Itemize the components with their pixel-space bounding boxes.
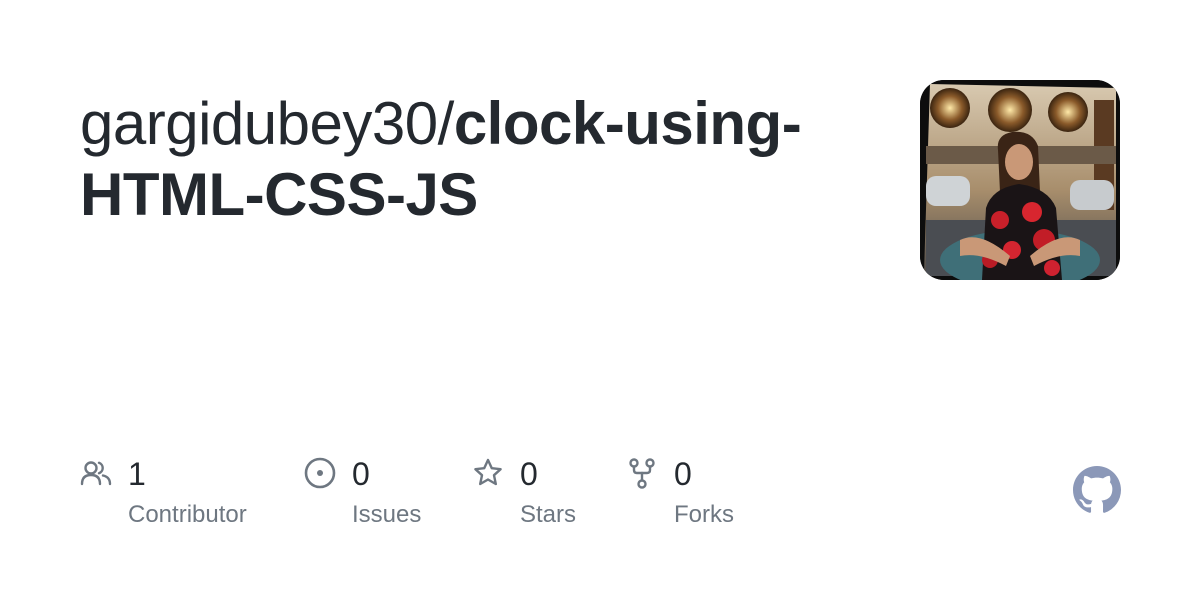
forks-label: Forks bbox=[674, 501, 734, 528]
contributors-count: 1 bbox=[128, 456, 146, 492]
repo-forked-icon bbox=[629, 458, 655, 489]
github-logo-icon[interactable] bbox=[1073, 466, 1121, 514]
issue-opened-icon bbox=[304, 457, 336, 489]
issues-label: Issues bbox=[352, 501, 422, 528]
owner-avatar bbox=[920, 80, 1120, 280]
forks-count: 0 bbox=[674, 456, 692, 492]
repo-title: gargidubey30/clock-using-HTML-CSS-JS bbox=[80, 88, 840, 230]
star-icon bbox=[474, 458, 502, 486]
repo-owner: gargidubey30/ bbox=[80, 90, 454, 157]
stars-count: 0 bbox=[520, 456, 538, 492]
stars-label: Stars bbox=[520, 501, 577, 528]
repo-stats: 1 Contributor 0 Issues 0 Stars 0 Forks bbox=[80, 455, 980, 545]
issues-count: 0 bbox=[352, 456, 370, 492]
avatar-photo bbox=[920, 80, 1120, 280]
social-preview-card: gargidubey30/clock-using-HTML-CSS-JS 1 C… bbox=[0, 0, 1200, 600]
people-icon bbox=[80, 461, 112, 486]
contributors-label: Contributor bbox=[128, 501, 247, 528]
